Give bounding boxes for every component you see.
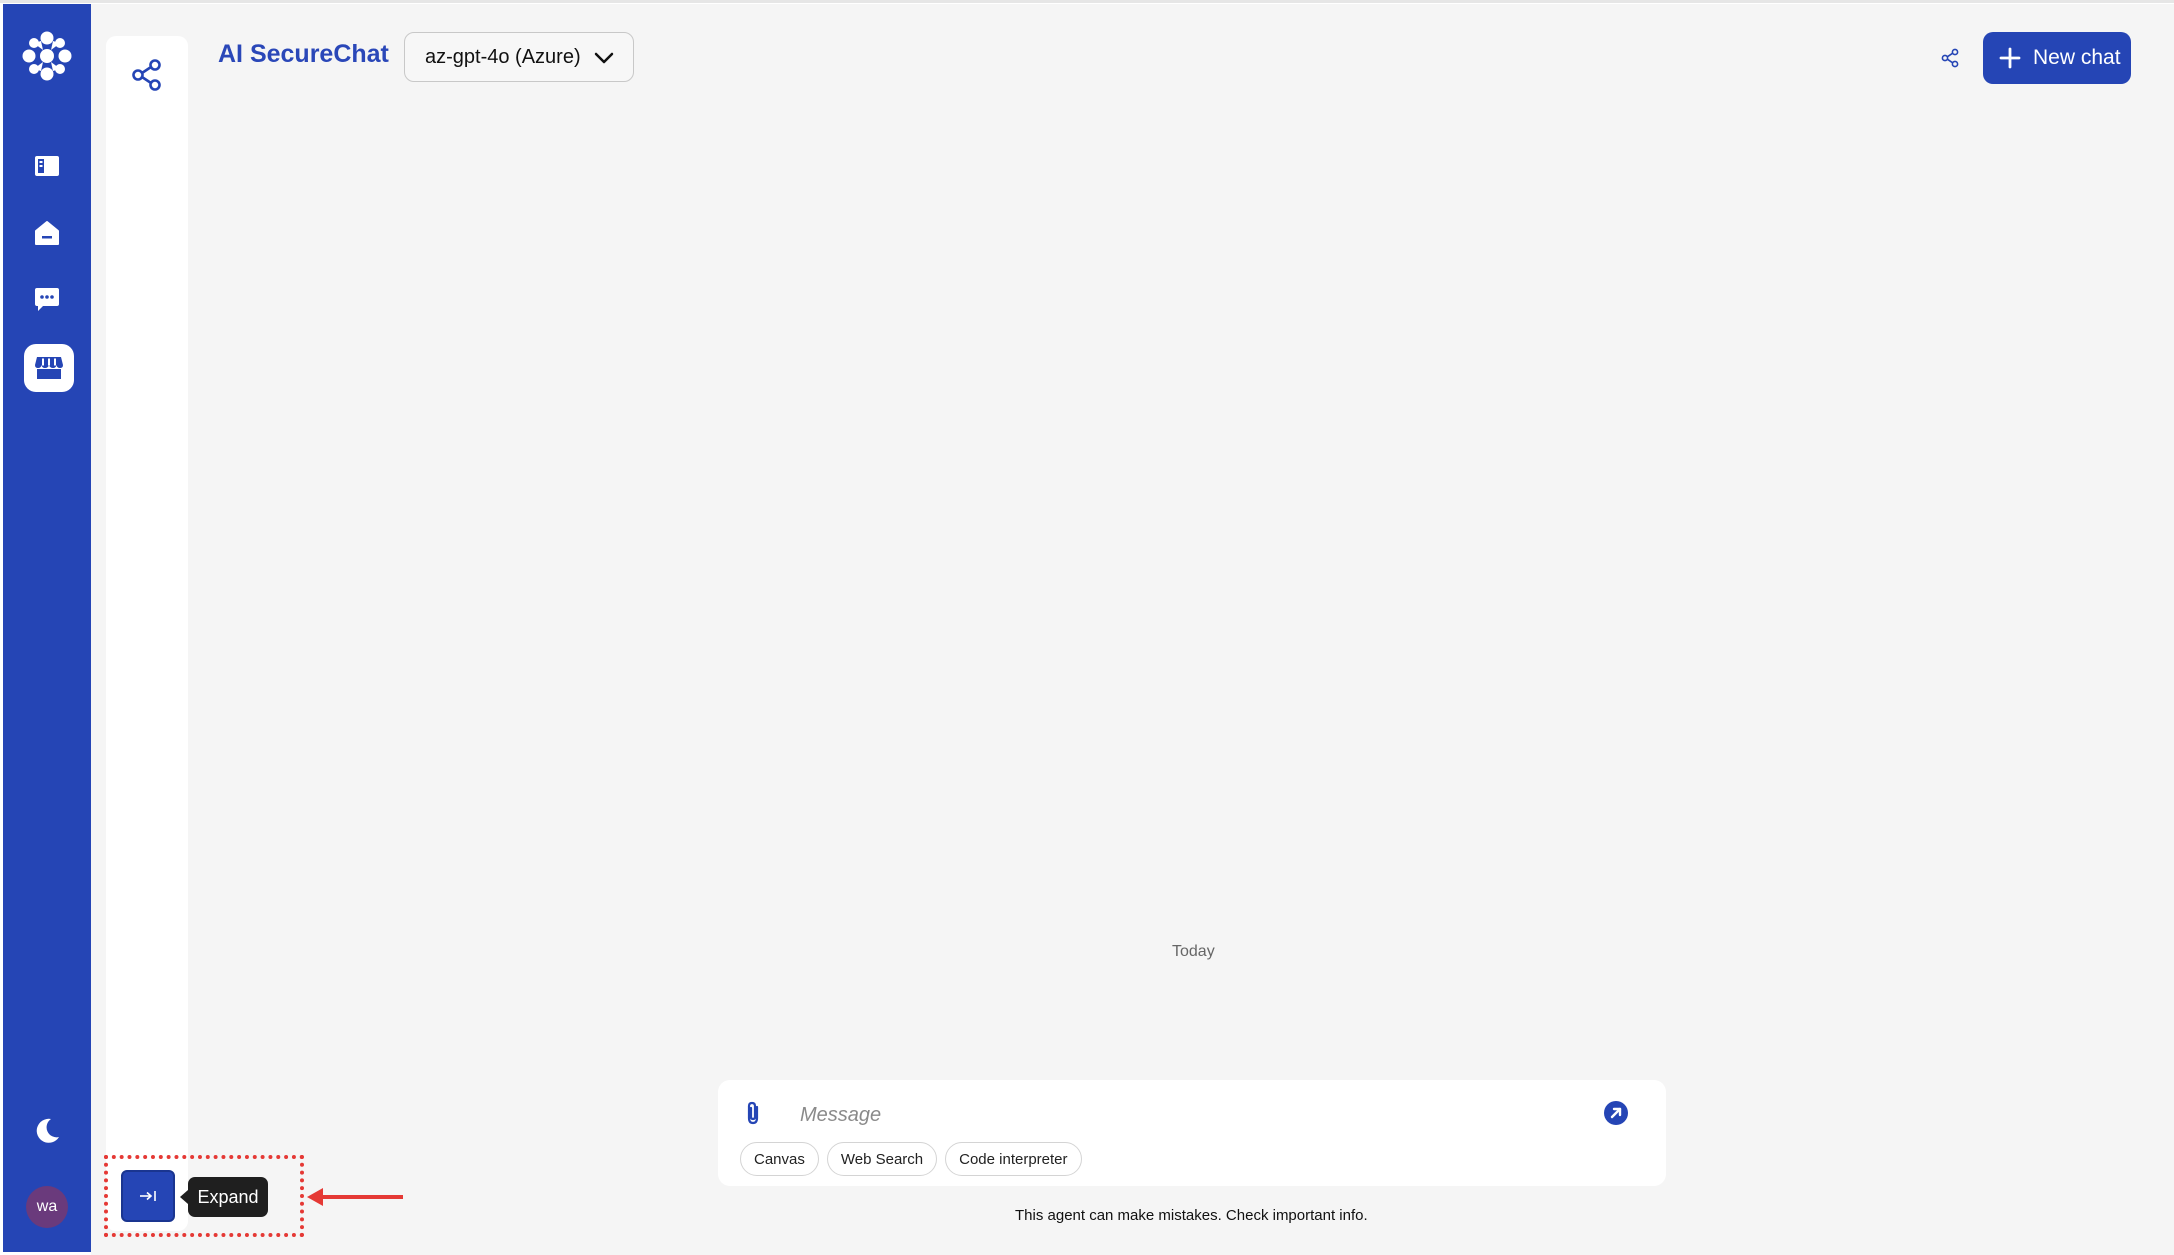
share-conversation-icon[interactable] — [1940, 48, 1960, 68]
model-selector-value: az-gpt-4o (Azure) — [425, 45, 581, 68]
app-rail: wa — [3, 4, 91, 1252]
rail-item-chats[interactable] — [25, 278, 69, 322]
sidebar-icon — [35, 156, 59, 176]
send-icon[interactable] — [1603, 1100, 1629, 1126]
attach-icon[interactable] — [742, 1100, 764, 1126]
home-icon — [35, 221, 59, 245]
chat-bubble-icon — [35, 288, 59, 311]
tool-chip-web-search[interactable]: Web Search — [826, 1142, 938, 1176]
rail-item-store[interactable] — [24, 344, 74, 392]
main-area — [91, 4, 2174, 1255]
expand-tooltip: Expand — [180, 1177, 268, 1217]
collapsed-side-panel — [106, 36, 188, 1231]
expand-arrow-icon — [140, 1191, 156, 1201]
new-chat-label: New chat — [2033, 46, 2121, 69]
app-title: AI SecureChat — [218, 40, 389, 68]
user-avatar[interactable]: wa — [26, 1186, 68, 1228]
date-divider: Today — [1172, 943, 1215, 960]
rail-item-sidebar[interactable] — [25, 144, 69, 188]
tool-chip-canvas[interactable]: Canvas — [740, 1142, 819, 1176]
chevron-down-icon — [594, 52, 614, 64]
top-border — [0, 0, 2174, 3]
rail-item-home[interactable] — [25, 211, 69, 255]
message-composer: Canvas Web Search Code interpreter — [718, 1080, 1666, 1186]
avatar-initials: wa — [36, 1198, 58, 1215]
tool-chips: Canvas Web Search Code interpreter — [740, 1142, 1082, 1176]
message-input[interactable] — [798, 1100, 1582, 1130]
theme-toggle[interactable] — [25, 1109, 69, 1153]
new-chat-button[interactable]: New chat — [1983, 32, 2131, 84]
plus-icon — [1999, 47, 2021, 69]
model-selector[interactable]: az-gpt-4o (Azure) — [404, 32, 634, 82]
app-logo-icon[interactable] — [21, 30, 73, 82]
store-icon — [35, 357, 63, 379]
expand-panel-button[interactable] — [121, 1170, 175, 1222]
disclaimer-text: This agent can make mistakes. Check impo… — [1015, 1207, 1368, 1224]
share-icon[interactable] — [130, 58, 164, 92]
annotation-arrow-icon — [307, 1188, 403, 1206]
tool-chip-code-interpreter[interactable]: Code interpreter — [945, 1142, 1082, 1176]
moon-icon — [36, 1118, 59, 1143]
